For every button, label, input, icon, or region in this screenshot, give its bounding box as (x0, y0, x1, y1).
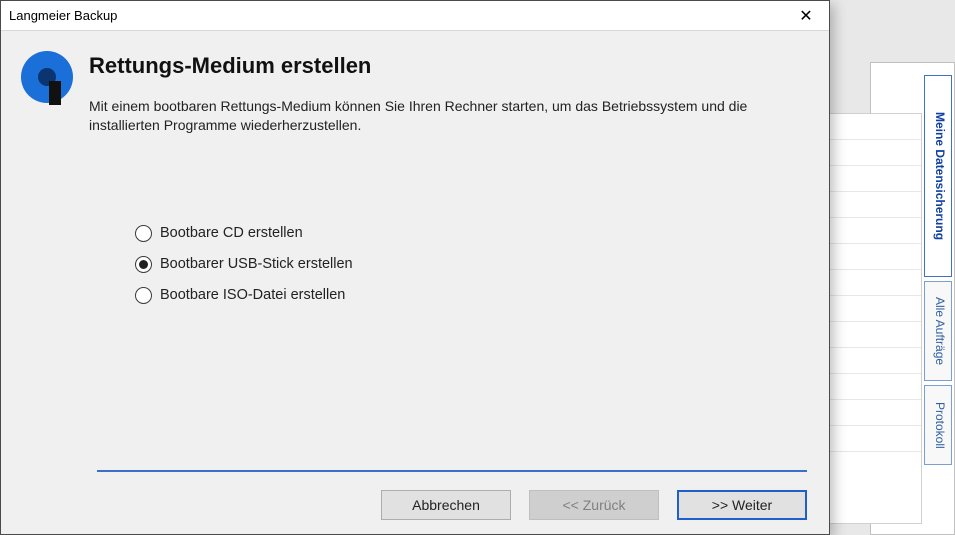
cancel-button[interactable]: Abbrechen (381, 490, 511, 520)
radio-bootable-usb[interactable]: Bootbarer USB-Stick erstellen (135, 256, 811, 273)
dialog-header: Rettungs-Medium erstellen Mit einem boot… (19, 31, 811, 149)
rescue-media-dialog: Langmeier Backup ✕ Rettungs-Medium erste… (0, 0, 830, 535)
tab-protokoll[interactable]: Protokoll (924, 385, 952, 465)
app-icon-wrap (19, 49, 89, 135)
radio-label: Bootbare CD erstellen (160, 225, 303, 241)
next-button[interactable]: >> Weiter (677, 490, 807, 520)
back-button: << Zurück (529, 490, 659, 520)
app-icon (19, 49, 75, 105)
wizard-buttons: Abbrechen << Zurück >> Weiter (381, 490, 807, 520)
close-button[interactable]: ✕ (783, 1, 829, 31)
dialog-description: Mit einem bootbaren Rettungs-Medium könn… (89, 97, 811, 135)
media-options: Bootbare CD erstellen Bootbarer USB-Stic… (135, 225, 811, 318)
radio-bootable-cd[interactable]: Bootbare CD erstellen (135, 225, 811, 242)
radio-icon (135, 225, 152, 242)
tab-alle-auftraege[interactable]: Alle Aufträge (924, 281, 952, 381)
window-title: Langmeier Backup (9, 8, 783, 23)
radio-icon (135, 287, 152, 304)
close-icon: ✕ (799, 6, 812, 26)
dialog-content: Rettungs-Medium erstellen Mit einem boot… (1, 31, 829, 534)
radio-label: Bootbare ISO-Datei erstellen (160, 287, 345, 303)
radio-bootable-iso[interactable]: Bootbare ISO-Datei erstellen (135, 287, 811, 304)
titlebar: Langmeier Backup ✕ (1, 1, 829, 31)
tab-meine-datensicherung[interactable]: Meine Datensicherung (924, 75, 952, 277)
header-text: Rettungs-Medium erstellen Mit einem boot… (89, 49, 811, 135)
dialog-heading: Rettungs-Medium erstellen (89, 53, 811, 79)
radio-label: Bootbarer USB-Stick erstellen (160, 256, 353, 272)
parent-window-panel: Meine Datensicherung Alle Aufträge Proto… (870, 62, 955, 535)
radio-icon (135, 256, 152, 273)
divider (97, 470, 807, 472)
